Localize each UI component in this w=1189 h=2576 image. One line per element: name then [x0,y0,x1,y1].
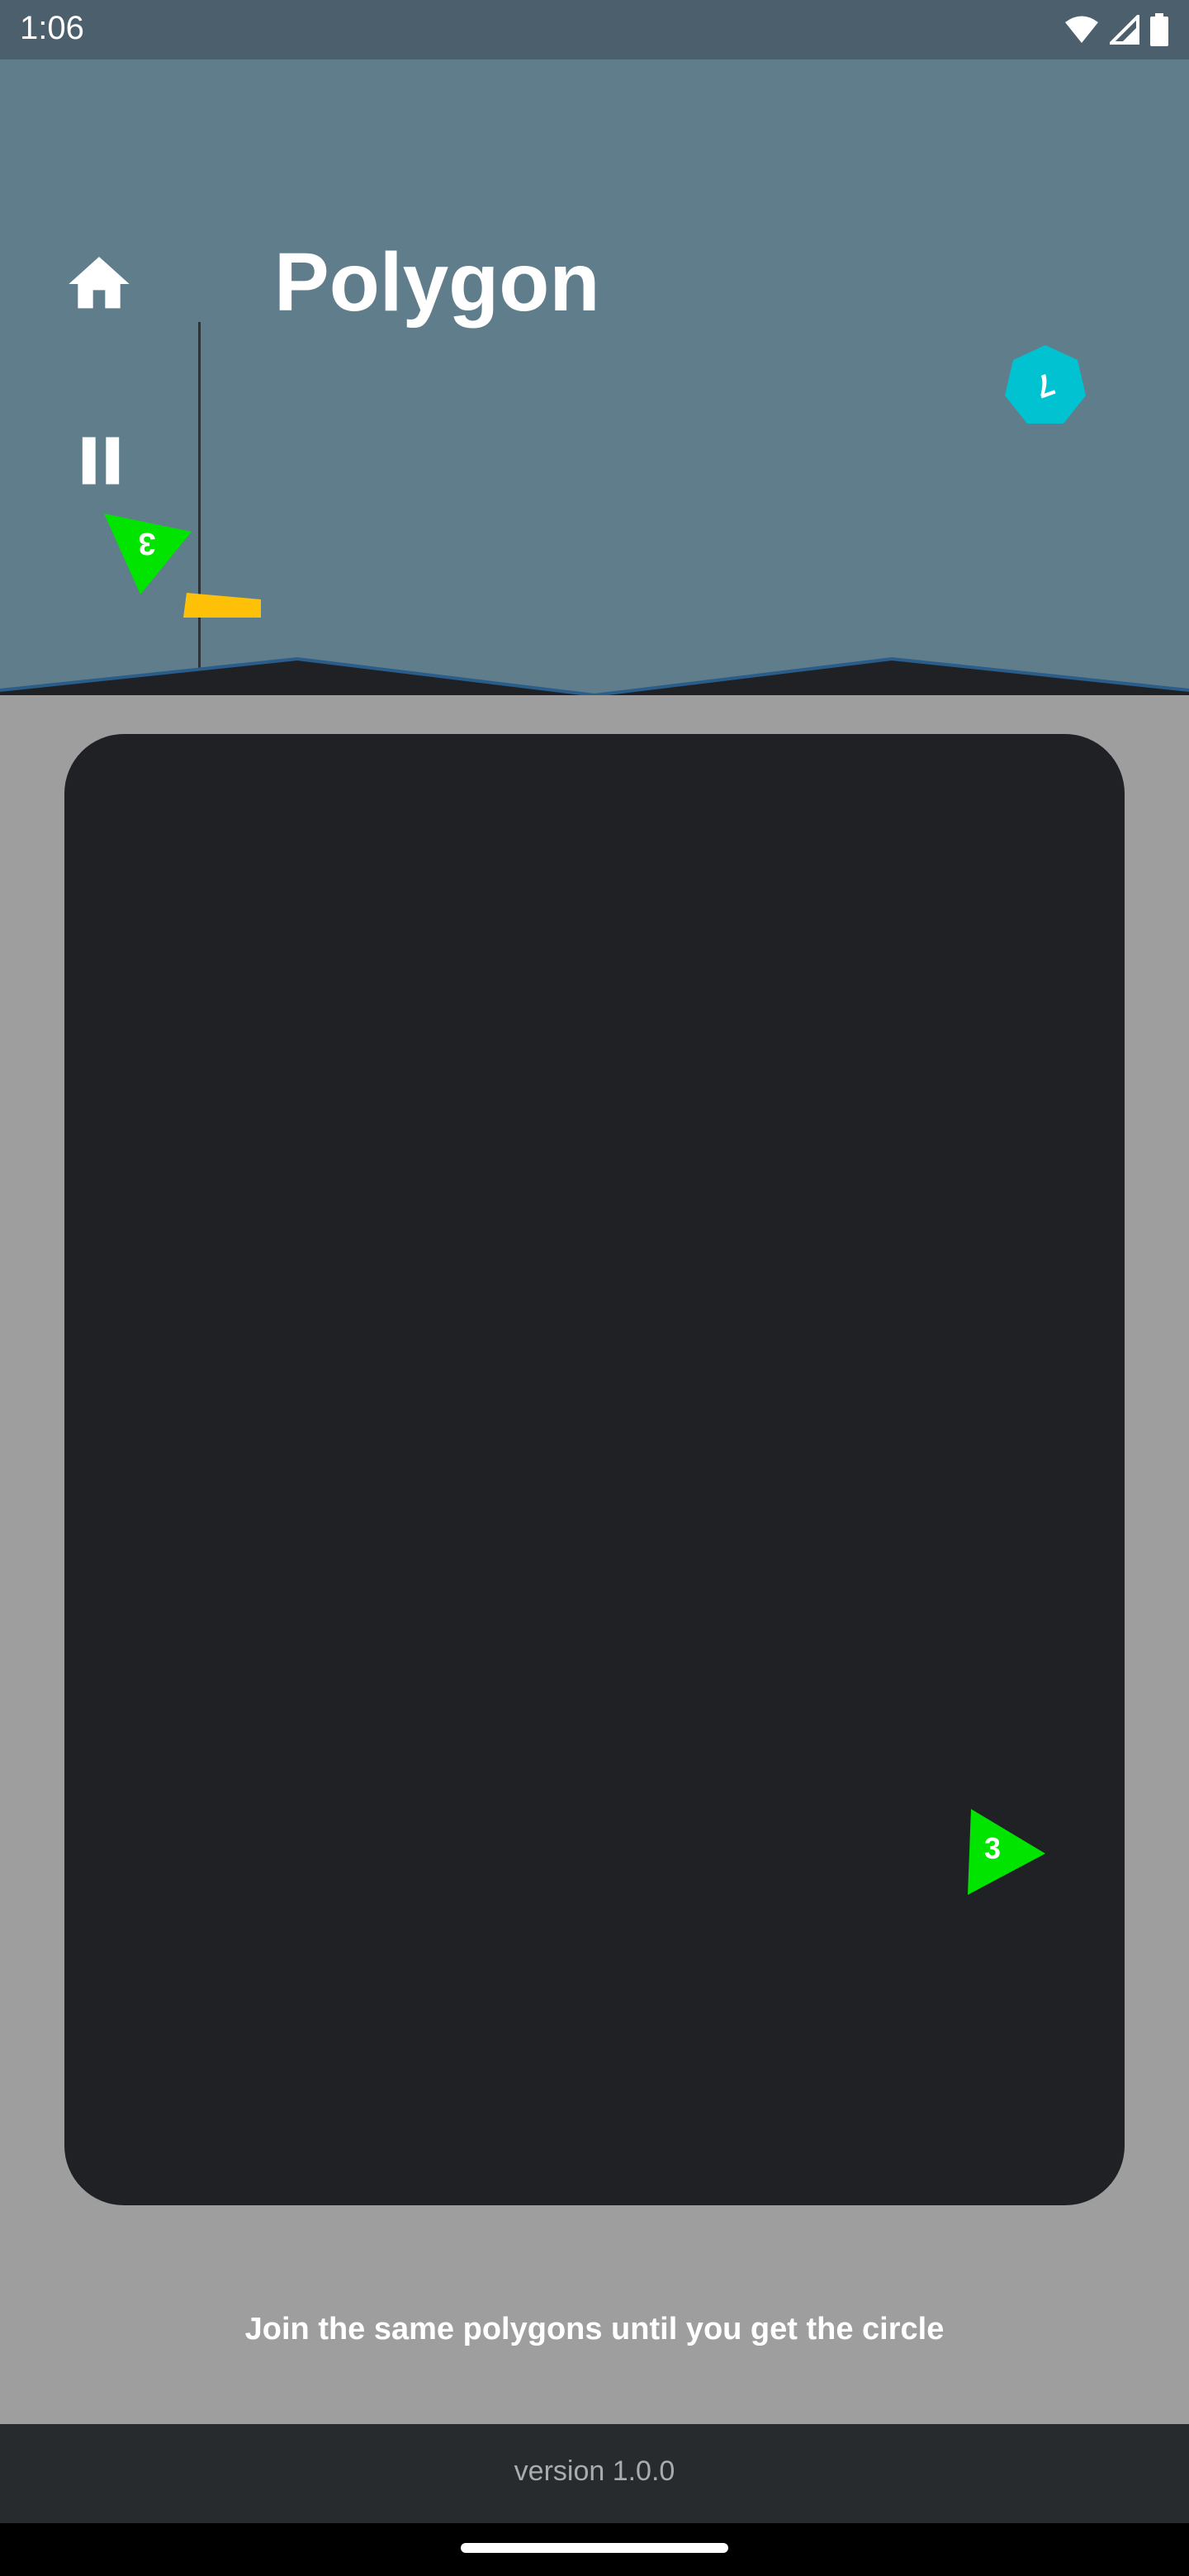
ground-terrain [0,656,1189,695]
footer: version 1.0.0 [0,2424,1189,2523]
signal-icon [1110,15,1139,45]
game-header: Polygon 3 7 [0,59,1189,695]
yellow-block [183,593,261,618]
app-title: Polygon [274,236,600,329]
piece-label: 3 [138,526,155,561]
home-icon[interactable] [63,248,135,320]
pause-icon[interactable] [69,429,132,492]
piece-label: 3 [984,1831,1001,1865]
status-icons [1063,12,1169,48]
wifi-icon [1065,16,1098,43]
drop-guide-line [198,322,201,675]
home-indicator[interactable] [461,2543,728,2553]
navigation-bar [0,2523,1189,2576]
status-time: 1:06 [20,10,84,46]
falling-triangle-piece[interactable]: 3 [104,509,193,594]
heptagon-piece[interactable]: 7 [1002,343,1088,429]
version-label: version 1.0.0 [514,2455,675,2487]
battery-icon [1150,13,1168,46]
hint-text: Join the same polygons until you get the… [244,2312,945,2346]
game-board[interactable]: 3 [64,734,1125,2205]
triangle-piece[interactable]: 3 [968,1809,1047,1896]
status-bar: 1:06 [0,0,1189,59]
